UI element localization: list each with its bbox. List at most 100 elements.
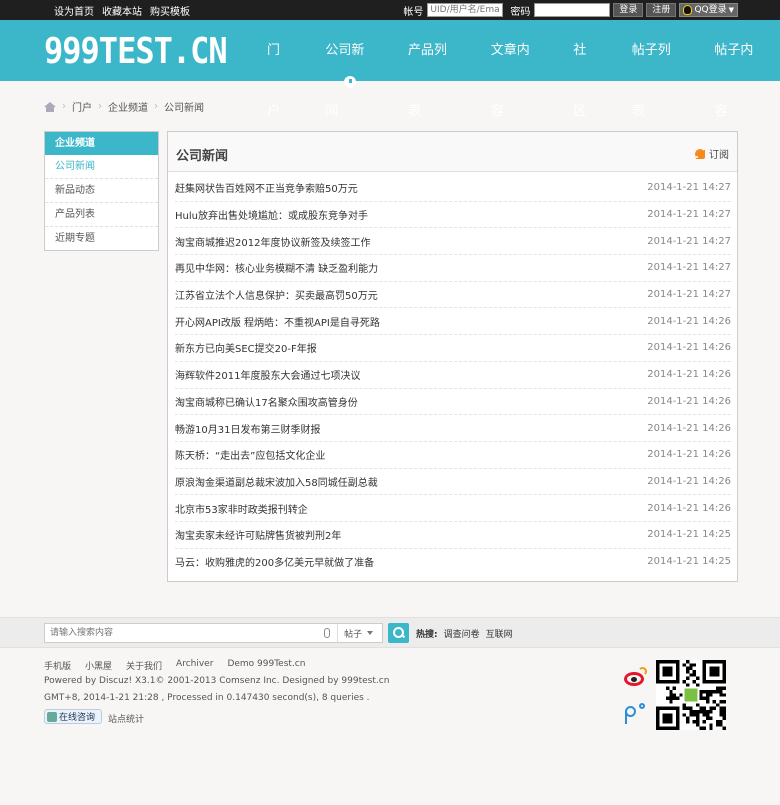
tencent-weibo-icon[interactable] [624,702,648,724]
article-title[interactable]: 再见中华网：核心业务模糊不清 缺乏盈利能力 [175,260,378,275]
site-header: 999TEST.CN 门户 公司新闻 产品列表 文章内容 社区 帖子列表 帖子内… [0,20,780,119]
qq-login-button[interactable]: QQ登录 ▼ [679,3,738,17]
article-title[interactable]: 马云：收购雅虎的200多亿美元早就做了准备 [175,554,374,569]
password-input[interactable] [534,3,611,17]
top-links: 设为首页 收藏本站 购买模板 [54,0,190,20]
article-title[interactable]: 北京市53家非时政类报刊转企 [175,501,308,516]
hot-item-internet[interactable]: 互联网 [486,627,513,640]
password-label: 密码 [510,6,531,18]
hot-item-survey[interactable]: 调查问卷 [444,627,480,640]
online-consult-badge[interactable]: 在线咨询 [44,709,102,724]
article-date: 2014-1-21 14:26 [647,502,731,514]
article-title[interactable]: 淘宝商城称已确认17名聚众围攻高管身份 [175,394,358,409]
sidebar: 企业频道 公司新闻 新品动态 产品列表 近期专题 [44,131,159,251]
table-row: 再见中华网：核心业务模糊不清 缺乏盈利能力 2014-1-21 14:27 [175,255,731,282]
hot-searches: 热搜: 调查问卷 互联网 [416,627,513,640]
article-title[interactable]: 赶集网状告百姓网不正当竞争索赔50万元 [175,180,358,195]
footer-link-about[interactable]: 关于我们 [126,659,162,672]
footer-link-blackroom[interactable]: 小黑屋 [85,659,112,672]
breadcrumb-separator: › [98,101,102,112]
article-date: 2014-1-21 14:26 [647,449,731,461]
article-title[interactable]: Hulu放弃出售处境尴尬：或成股东竞争对手 [175,207,368,222]
article-date: 2014-1-21 14:26 [647,369,731,381]
nav-thread-content[interactable]: 帖子内容 [697,20,780,119]
bookmark-link[interactable]: 收藏本站 [102,3,142,18]
breadcrumb-current: 公司新闻 [164,103,204,114]
online-consult-label: 在线咨询 [59,713,96,723]
set-homepage-link[interactable]: 设为首页 [54,3,94,18]
footer-link-archiver[interactable]: Archiver [176,659,213,672]
news-panel: 公司新闻 订阅 赶集网状告百姓网不正当竞争索赔50万元 2014-1-21 14:… [167,131,738,582]
article-date: 2014-1-21 14:25 [647,556,731,568]
panel-header: 公司新闻 订阅 [168,132,737,172]
sidebar-item-company-news[interactable]: 公司新闻 [45,155,158,179]
sidebar-item-new-products[interactable]: 新品动态 [45,179,158,203]
article-date: 2014-1-21 14:27 [647,182,731,194]
article-date: 2014-1-21 14:26 [647,342,731,354]
microphone-icon[interactable] [324,628,331,638]
breadcrumb: › 门户 › 企业频道 › 公司新闻 [44,99,204,114]
account-input[interactable] [427,3,504,17]
chevron-down-icon: ▼ [728,6,734,14]
sidebar-item-product-list[interactable]: 产品列表 [45,203,158,227]
weibo-icon[interactable] [624,667,648,687]
article-date: 2014-1-21 14:26 [647,422,731,434]
site-stats-link[interactable]: 站点统计 [108,712,144,725]
footer-link-mobile[interactable]: 手机版 [44,659,71,672]
panel-title: 公司新闻 [176,149,229,164]
article-title[interactable]: 淘宝卖家未经许可贴牌售货被判刑2年 [175,527,341,542]
article-date: 2014-1-21 14:27 [647,235,731,247]
article-title[interactable]: 开心网API改版 程炳皓：不重视API是自寻死路 [175,314,380,329]
footer-link-demo[interactable]: Demo 999Test.cn [227,659,305,672]
home-icon[interactable] [44,101,56,112]
search-button[interactable] [388,623,409,643]
buy-template-link[interactable]: 购买模板 [150,3,190,18]
breadcrumb-portal[interactable]: 门户 [72,99,92,114]
article-title[interactable]: 新东方已向美SEC提交20-F年报 [175,340,317,355]
article-date: 2014-1-21 14:27 [647,209,731,221]
table-row: Hulu放弃出售处境尴尬：或成股东竞争对手 2014-1-21 14:27 [175,202,731,229]
search-input[interactable] [45,624,325,642]
nav-article-content[interactable]: 文章内容 [474,20,557,119]
site-logo[interactable]: 999TEST.CN [44,30,228,72]
search-scope-select[interactable]: 帖子 [338,627,382,640]
nav-thread-list[interactable]: 帖子列表 [615,20,698,119]
breadcrumb-enterprise[interactable]: 企业频道 [108,99,148,114]
register-button[interactable]: 注册 [646,3,677,17]
rss-icon [695,148,705,159]
table-row: 马云：收购雅虎的200多亿美元早就做了准备 2014-1-21 14:25 [175,549,731,576]
article-date: 2014-1-21 14:26 [647,395,731,407]
hot-label: 热搜: [416,630,438,640]
article-list: 赶集网状告百姓网不正当竞争索赔50万元 2014-1-21 14:27 Hulu放弃… [175,175,731,575]
article-title[interactable]: 江苏省立法个人信息保护：买卖最高罚50万元 [175,287,378,302]
article-title[interactable]: 陈天桥：“走出去”应包括文化企业 [175,447,325,462]
processing-stats: GMT+8, 2014-1-21 21:28 , Processed in 0.… [44,693,370,703]
article-title[interactable]: 海辉软件2011年度股东大会通过七项决议 [175,367,360,382]
sidebar-heading: 企业频道 [45,132,158,155]
article-date: 2014-1-21 14:26 [647,315,731,327]
article-date: 2014-1-21 14:27 [647,262,731,274]
search-box: 帖子 [44,623,383,643]
table-row: 原浪淘金渠道副总裁宋波加入58同城任副总裁 2014-1-21 14:26 [175,469,731,496]
main-nav: 门户 公司新闻 产品列表 文章内容 社区 帖子列表 帖子内容 [250,20,780,119]
search-scope-value: 帖子 [344,629,363,640]
nav-product-list[interactable]: 产品列表 [391,20,474,119]
subscribe-button[interactable]: 订阅 [695,146,729,161]
nav-community[interactable]: 社区 [556,20,614,119]
qr-code [656,660,726,730]
nav-portal[interactable]: 门户 [250,20,308,119]
table-row: 淘宝商城称已确认17名聚众围攻高管身份 2014-1-21 14:26 [175,389,731,416]
article-date: 2014-1-21 14:25 [647,529,731,541]
article-title[interactable]: 原浪淘金渠道副总裁宋波加入58同城任副总裁 [175,474,378,489]
article-title[interactable]: 淘宝商城推迟2012年度协议新签及续签工作 [175,234,370,249]
nav-company-news[interactable]: 公司新闻 [308,20,391,119]
powered-by: Powered by Discuz! X3.1© 2001-2013 Comse… [44,676,390,686]
sidebar-item-topics[interactable]: 近期专题 [45,227,158,251]
article-title[interactable]: 畅游10月31日发布第三财季财报 [175,421,320,436]
table-row: 淘宝卖家未经许可贴牌售货被判刑2年 2014-1-21 14:25 [175,522,731,549]
breadcrumb-separator: › [62,101,66,112]
account-label: 帐号 [403,6,424,18]
login-button[interactable]: 登录 [613,3,644,17]
table-row: 淘宝商城推迟2012年度协议新签及续签工作 2014-1-21 14:27 [175,228,731,256]
qq-icon [683,5,693,15]
